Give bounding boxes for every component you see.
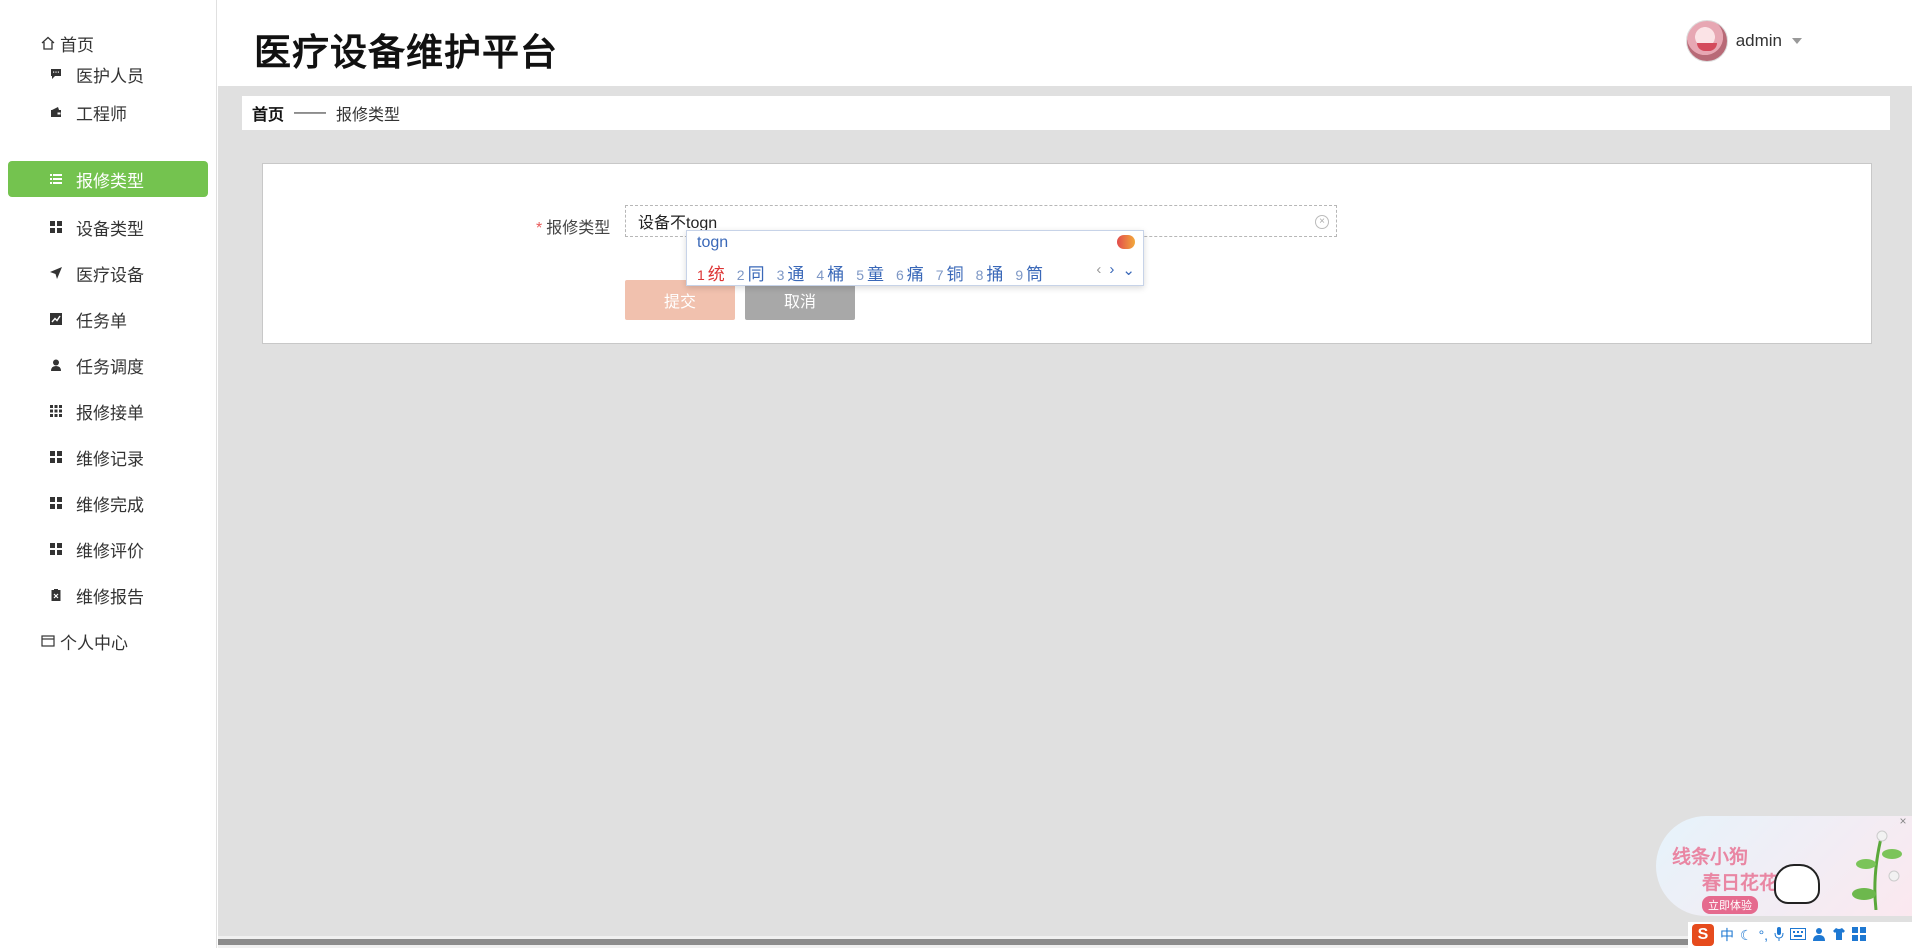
sidebar: 首页 医护人员 工程师 报修类型 设备类型 医疗设备 任务单 任务调度 报修接单… — [0, 0, 217, 948]
app-title: 医疗设备维护平台 — [254, 31, 558, 74]
ime-candidate[interactable]: 2同 — [737, 260, 765, 285]
breadcrumb-separator: —— — [294, 104, 327, 121]
ad-widget[interactable]: 线条小狗 春日花花 立即体验 — [1656, 816, 1912, 916]
clear-icon[interactable]: × — [1315, 215, 1329, 229]
user-icon[interactable] — [1812, 927, 1826, 944]
breadcrumb-current: 报修类型 — [336, 107, 401, 124]
sidebar-item-repair-complete[interactable]: 维修完成 — [8, 485, 208, 521]
moon-icon[interactable]: ☾ — [1740, 927, 1753, 944]
dog-illustration-icon — [1774, 864, 1820, 904]
sidebar-item-label: 维修完成 — [76, 495, 144, 515]
avatar — [1685, 20, 1728, 62]
sidebar-item-repair-report[interactable]: 维修报告 — [8, 577, 208, 613]
ad-subtitle: 春日花花 — [1702, 873, 1779, 894]
user-icon — [48, 357, 64, 373]
breadcrumb: 首页 —— 报修类型 — [242, 96, 1890, 130]
sidebar-item-label: 首页 — [60, 35, 94, 55]
grid-icon — [48, 495, 64, 511]
ime-composition: togn — [697, 234, 729, 251]
send-icon — [48, 265, 64, 281]
sidebar-item-repair-accept[interactable]: 报修接单 — [8, 393, 208, 429]
list-icon — [48, 171, 64, 187]
card-icon — [40, 633, 56, 649]
clipboard-icon — [48, 587, 64, 603]
breadcrumb-home[interactable]: 首页 — [252, 101, 284, 125]
home-icon — [40, 35, 56, 51]
ime-candidate[interactable]: 5童 — [856, 260, 884, 285]
mic-icon[interactable] — [1774, 926, 1784, 944]
scrollbar-thumb[interactable] — [218, 939, 1912, 945]
sidebar-item-repair-type[interactable]: 报修类型 — [8, 161, 208, 197]
sidebar-item-task-dispatch[interactable]: 任务调度 — [8, 347, 208, 383]
ime-candidate[interactable]: 7铜 — [936, 260, 964, 285]
grid-icon — [48, 541, 64, 557]
wallet-icon — [48, 104, 64, 120]
punct-icon[interactable]: °, — [1759, 927, 1769, 943]
sogou-logo-icon[interactable]: S — [1692, 924, 1714, 946]
top-header: 医疗设备维护平台 admin — [218, 0, 1912, 86]
ime-prev-icon[interactable]: ‹ — [1096, 261, 1101, 279]
grid-icon[interactable] — [1852, 926, 1867, 944]
sidebar-item-label: 个人中心 — [60, 633, 128, 653]
repair-type-label: * 报修类型 — [536, 214, 610, 238]
comment-icon — [48, 66, 64, 82]
caret-down-icon — [1792, 38, 1802, 44]
shirt-icon[interactable] — [1832, 927, 1846, 944]
sidebar-item-personal-center[interactable]: 个人中心 — [8, 623, 208, 659]
submit-button[interactable]: 提交 — [625, 280, 735, 320]
required-mark: * — [536, 220, 543, 237]
ime-candidate[interactable]: 6痛 — [896, 260, 924, 285]
sidebar-item-repair-record[interactable]: 维修记录 — [8, 439, 208, 475]
sidebar-item-label: 医护人员 — [76, 66, 144, 86]
field-label-text: 报修类型 — [546, 220, 611, 237]
sidebar-item-label: 任务单 — [76, 311, 127, 331]
ime-candidate[interactable]: 4桶 — [816, 260, 844, 285]
sidebar-item-device-type[interactable]: 设备类型 — [8, 209, 208, 245]
ime-candidate[interactable]: 9筒 — [1015, 260, 1043, 285]
sidebar-item-label: 医疗设备 — [76, 265, 144, 285]
ime-nav: ‹ › ⌄ — [1096, 261, 1135, 279]
apps-icon — [48, 403, 64, 419]
sidebar-item-label: 维修记录 — [76, 449, 144, 469]
ime-mode[interactable]: 中 — [1720, 925, 1734, 945]
main-content: 首页 —— 报修类型 *报修类型 × 提交 取消 — [218, 86, 1912, 936]
sidebar-item-label: 维修报告 — [76, 587, 144, 607]
sidebar-item-label: 报修类型 — [76, 171, 144, 191]
cancel-button[interactable]: 取消 — [745, 280, 855, 320]
ad-title: 线条小狗 — [1672, 847, 1749, 868]
ad-close-icon[interactable]: × — [1896, 814, 1910, 828]
sidebar-item-label: 设备类型 — [76, 219, 144, 239]
sidebar-item-task-order[interactable]: 任务单 — [8, 301, 208, 337]
ime-toolbar: S 中 ☾ °, — [1688, 922, 1912, 948]
ime-candidate-list: 1统 2同 3通 4桶 5童 6痛 7铜 8捅 9筒 — [697, 260, 1043, 285]
keyboard-icon[interactable] — [1790, 927, 1807, 943]
ime-candidate-popup: togn 1统 2同 3通 4桶 5童 6痛 7铜 8捅 9筒 ‹ › ⌄ — [686, 230, 1144, 286]
sidebar-item-label: 维修评价 — [76, 541, 144, 561]
sidebar-item-engineer[interactable]: 工程师 — [8, 94, 208, 130]
ime-next-icon[interactable]: › — [1109, 261, 1114, 279]
plant-illustration-icon — [1852, 830, 1902, 910]
ad-cta-button[interactable]: 立即体验 — [1702, 896, 1758, 914]
chart-icon — [48, 311, 64, 327]
grid-icon — [48, 449, 64, 465]
ime-candidate[interactable]: 1统 — [697, 260, 725, 285]
ime-candidate[interactable]: 8捅 — [976, 260, 1004, 285]
ime-skin-icon[interactable] — [1117, 235, 1135, 249]
sidebar-item-medical-staff[interactable]: 医护人员 — [8, 56, 208, 92]
sidebar-item-repair-review[interactable]: 维修评价 — [8, 531, 208, 567]
sidebar-item-label: 任务调度 — [76, 357, 144, 377]
ime-expand-icon[interactable]: ⌄ — [1122, 261, 1135, 279]
ime-candidate[interactable]: 3通 — [777, 260, 805, 285]
grid-icon — [48, 219, 64, 235]
sidebar-item-label: 工程师 — [76, 104, 127, 124]
sidebar-item-label: 报修接单 — [76, 403, 144, 423]
username: admin — [1735, 31, 1782, 50]
horizontal-scrollbar[interactable] — [218, 936, 1912, 948]
user-menu[interactable]: admin — [1685, 20, 1802, 62]
sidebar-item-medical-device[interactable]: 医疗设备 — [8, 255, 208, 291]
